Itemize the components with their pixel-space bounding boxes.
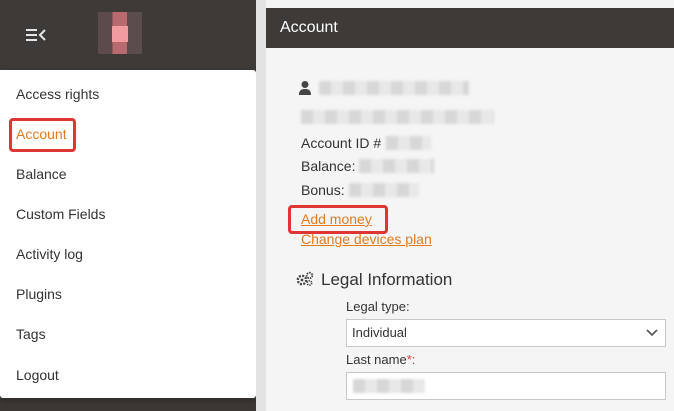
bonus-label: Bonus: [301,182,345,198]
last-name-input[interactable] [346,372,666,400]
redacted-bonus-value [349,183,419,197]
legal-type-label: Legal type: [346,299,410,314]
legal-type-value: Individual [352,325,407,340]
top-strip [266,0,674,8]
panel-gutter [256,0,266,411]
user-icon [299,81,311,95]
last-name-label: Last name*: [346,351,415,369]
account-id-label: Account ID # [301,135,382,151]
last-name-label-text: Last name [346,352,407,367]
redacted-balance-value [359,159,434,173]
menu-item-balance[interactable]: Balance [16,163,67,185]
menu-item-tags[interactable]: Tags [16,323,46,345]
avatar[interactable] [98,12,142,54]
menu-item-access-rights[interactable]: Access rights [16,83,99,105]
redacted-last-name-value [353,379,425,393]
redacted-account-name [319,81,469,95]
page-title: Account [266,8,674,48]
required-mark: *: [406,352,416,367]
legal-information-title: Legal Information [321,270,453,289]
highlight-box-account [9,118,76,152]
menu-item-plugins[interactable]: Plugins [16,283,62,305]
legal-type-select[interactable]: Individual [346,319,666,347]
sidebar-footer [0,398,256,411]
menu-collapse-icon[interactable] [24,26,48,44]
balance-label: Balance: [301,158,356,174]
chevron-down-icon [646,329,658,337]
change-devices-plan-link[interactable]: Change devices plan [301,229,432,249]
gears-icon [296,271,314,287]
menu-item-custom-fields[interactable]: Custom Fields [16,203,105,225]
redacted-account-id [386,136,431,150]
redacted-account-email [301,110,494,124]
menu-item-activity-log[interactable]: Activity log [16,243,83,265]
menu-item-logout[interactable]: Logout [16,364,59,386]
